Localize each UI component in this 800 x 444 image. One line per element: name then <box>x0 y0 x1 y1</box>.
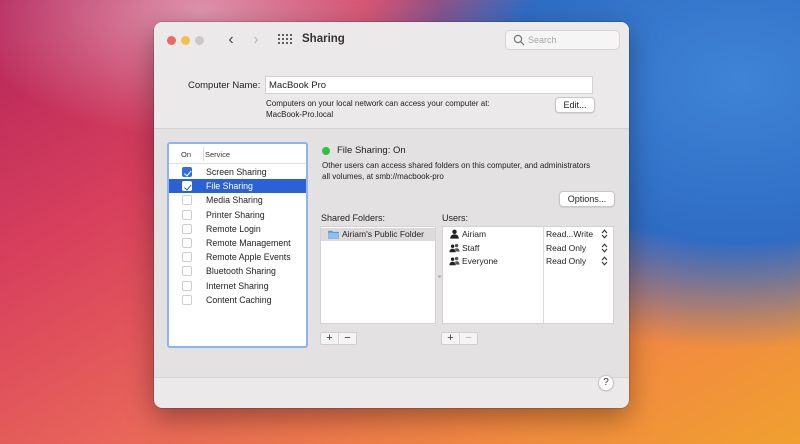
add-folder-button[interactable]: + <box>321 333 338 344</box>
service-list[interactable]: On Service Screen Sharing File Sharing Med… <box>167 142 308 348</box>
grid-icon <box>278 34 280 36</box>
users-list[interactable]: Airiam Read...Write Staff Read Only Everyone… <box>442 226 614 324</box>
computer-name-field[interactable] <box>265 76 593 94</box>
service-list-header: On Service <box>169 144 306 164</box>
service-name: Printer Sharing <box>206 209 265 220</box>
column-header-service[interactable]: Service <box>205 150 230 159</box>
file-sharing-description-line2: all volumes, at smb://macbook-pro <box>322 172 444 181</box>
computer-name-description-line1: Computers on your local network can acce… <box>266 99 490 108</box>
service-checkbox[interactable] <box>182 280 192 291</box>
folder-icon <box>328 230 339 239</box>
remove-user-button[interactable]: − <box>460 333 477 344</box>
service-checkbox[interactable] <box>182 181 192 192</box>
shared-folders-add-remove: + − <box>320 332 357 345</box>
service-name: Bluetooth Sharing <box>206 266 276 277</box>
permission-popup[interactable]: Read...Write <box>546 229 593 239</box>
user-name: Everyone <box>462 256 498 266</box>
users-add-remove: + − <box>441 332 478 345</box>
service-checkbox[interactable] <box>182 252 192 263</box>
service-row[interactable]: Media Sharing <box>169 193 306 207</box>
service-row[interactable]: Remote Management <box>169 236 306 250</box>
permission-popup[interactable]: Read Only <box>546 243 586 253</box>
split-view-handle[interactable] <box>438 275 441 278</box>
minimize-button[interactable] <box>181 36 190 45</box>
computer-name-description-line2: MacBook-Pro.local <box>266 110 334 119</box>
up-down-chevron-icon <box>601 242 608 253</box>
service-name: Internet Sharing <box>206 280 269 291</box>
chevron-left-icon: ‹ <box>228 31 234 48</box>
group-icon <box>449 243 460 253</box>
service-checkbox[interactable] <box>182 209 192 220</box>
service-name: Media Sharing <box>206 195 263 206</box>
users-label: Users: <box>442 213 469 223</box>
file-sharing-description-line1: Other users can access shared folders on… <box>322 161 591 170</box>
search-field[interactable] <box>505 30 620 50</box>
computer-name-label: Computer Name: <box>188 80 261 91</box>
service-row[interactable]: Content Caching <box>169 293 306 307</box>
service-name: File Sharing <box>206 181 253 192</box>
options-button[interactable]: Options... <box>559 191 615 207</box>
shared-folder-name: Airiam's Public Folder <box>342 229 424 239</box>
file-sharing-status-text: File Sharing: On <box>337 145 406 156</box>
service-checkbox[interactable] <box>182 238 192 248</box>
shared-folders-list[interactable]: Airiam's Public Folder <box>320 226 436 324</box>
close-button[interactable] <box>167 36 176 45</box>
service-name: Content Caching <box>206 294 272 305</box>
search-input[interactable] <box>528 33 616 47</box>
column-header-on[interactable]: On <box>181 150 191 159</box>
forward-button[interactable]: › <box>248 31 264 49</box>
service-row[interactable]: Bluetooth Sharing <box>169 264 306 278</box>
service-row[interactable]: Remote Apple Events <box>169 250 306 264</box>
service-row[interactable]: File Sharing <box>169 179 306 194</box>
person-icon <box>449 229 460 239</box>
user-row[interactable]: Airiam Read...Write <box>443 228 613 241</box>
show-all-button[interactable] <box>278 34 292 46</box>
title-bar: ‹ › Sharing <box>154 22 629 58</box>
up-down-chevron-icon <box>601 229 608 239</box>
sharing-preferences-window: ‹ › Sharing Computer Name: Computers on … <box>154 22 629 408</box>
permission-popup[interactable]: Read Only <box>546 256 586 266</box>
back-button[interactable]: ‹ <box>223 31 239 49</box>
add-user-button[interactable]: + <box>442 333 459 344</box>
service-name: Remote Management <box>206 238 291 248</box>
sharing-main-panel: On Service Screen Sharing File Sharing Med… <box>154 128 629 378</box>
search-icon <box>513 34 525 46</box>
service-checkbox[interactable] <box>182 294 192 305</box>
status-indicator-icon <box>322 147 330 155</box>
service-name: Screen Sharing <box>206 167 267 177</box>
group-icon <box>449 256 460 266</box>
file-sharing-description: Other users can access shared folders on… <box>322 160 622 182</box>
service-row[interactable]: Printer Sharing <box>169 208 306 222</box>
service-row[interactable]: Internet Sharing <box>169 279 306 293</box>
user-name: Airiam <box>462 229 487 239</box>
up-down-chevron-icon <box>601 256 608 266</box>
service-name: Remote Login <box>206 223 261 234</box>
service-row[interactable]: Screen Sharing <box>169 165 306 179</box>
service-name: Remote Apple Events <box>206 252 291 263</box>
column-divider <box>203 147 204 161</box>
remove-folder-button[interactable]: − <box>339 333 356 344</box>
computer-name-section: Computer Name: Computers on your local n… <box>154 58 629 128</box>
help-button[interactable]: ? <box>598 375 614 391</box>
chevron-right-icon: › <box>253 31 259 48</box>
edit-button[interactable]: Edit... <box>555 97 595 113</box>
service-checkbox[interactable] <box>182 266 192 277</box>
user-row[interactable]: Everyone Read Only <box>443 255 613 268</box>
zoom-button[interactable] <box>195 36 204 45</box>
service-checkbox[interactable] <box>182 195 192 206</box>
computer-name-description: Computers on your local network can acce… <box>266 98 566 120</box>
service-row[interactable]: Remote Login <box>169 222 306 236</box>
service-checkbox[interactable] <box>182 223 192 234</box>
window-title: Sharing <box>302 33 345 45</box>
user-row[interactable]: Staff Read Only <box>443 242 613 255</box>
shared-folders-label: Shared Folders: <box>321 213 386 223</box>
service-checkbox[interactable] <box>182 167 192 177</box>
user-name: Staff <box>462 242 480 253</box>
shared-folder-row[interactable]: Airiam's Public Folder <box>321 228 435 241</box>
